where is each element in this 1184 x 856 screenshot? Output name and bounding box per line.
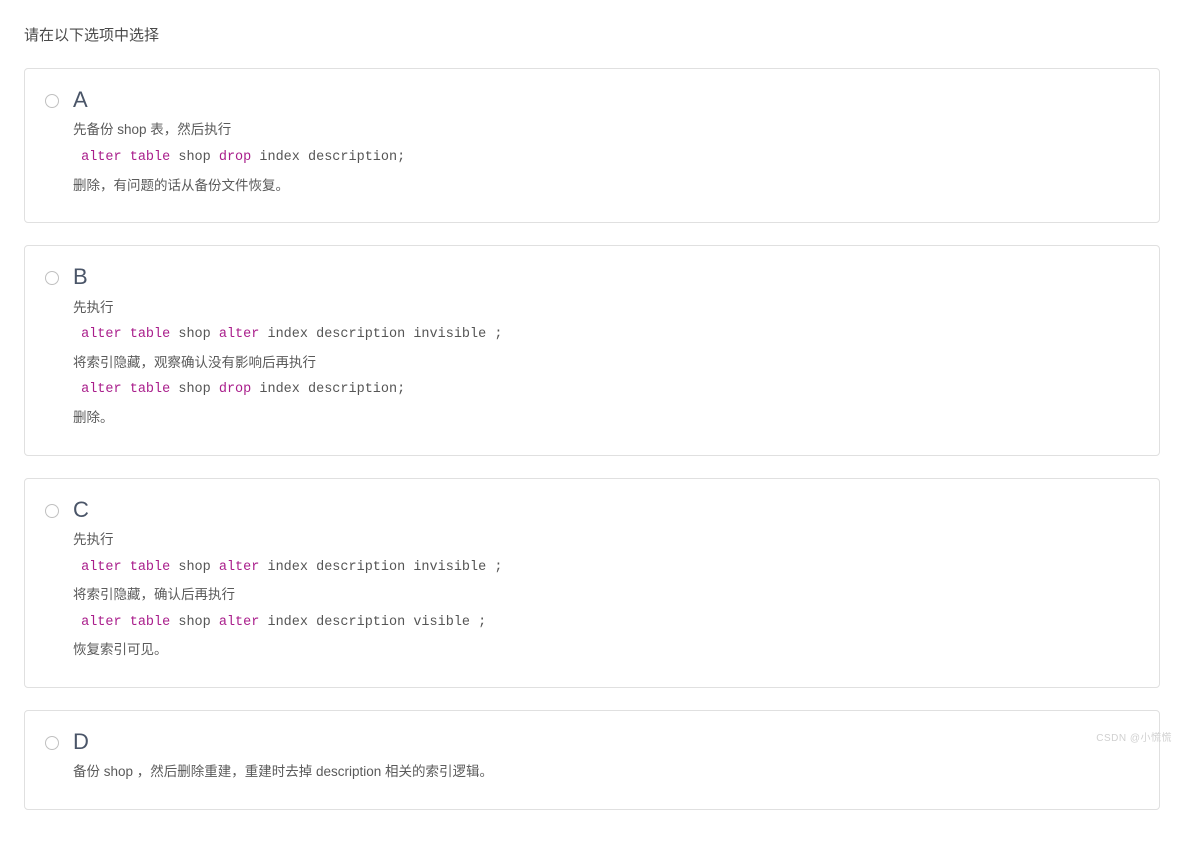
option-body: A 先备份 shop 表，然后执行 alter table shop drop i…	[73, 87, 1139, 202]
option-text: 删除。	[73, 407, 1139, 429]
option-text: 先备份 shop 表，然后执行	[73, 119, 1139, 141]
option-letter: B	[73, 264, 1139, 290]
code-line: alter table shop drop index description;	[73, 147, 1139, 169]
option-a[interactable]: A 先备份 shop 表，然后执行 alter table shop drop i…	[24, 68, 1160, 223]
option-letter: A	[73, 87, 1139, 113]
option-b[interactable]: B 先执行 alter table shop alter index descri…	[24, 245, 1160, 455]
option-body: C 先执行 alter table shop alter index descri…	[73, 497, 1139, 667]
option-text: 先执行	[73, 297, 1139, 319]
option-c[interactable]: C 先执行 alter table shop alter index descri…	[24, 478, 1160, 688]
watermark: CSDN @小慌慌	[1096, 731, 1172, 747]
code-line: alter table shop alter index description…	[73, 557, 1139, 579]
option-text: 备份 shop ，然后删除重建，重建时去掉 description 相关的索引逻…	[73, 761, 1139, 783]
option-letter: D	[73, 729, 1139, 755]
option-letter: C	[73, 497, 1139, 523]
option-d[interactable]: D 备份 shop ，然后删除重建，重建时去掉 description 相关的索引…	[24, 710, 1160, 810]
options-list: A 先备份 shop 表，然后执行 alter table shop drop i…	[24, 68, 1160, 810]
question-prompt: 请在以下选项中选择	[24, 24, 1160, 48]
radio-icon[interactable]	[45, 94, 59, 108]
option-text: 恢复索引可见。	[73, 639, 1139, 661]
radio-icon[interactable]	[45, 504, 59, 518]
radio-icon[interactable]	[45, 271, 59, 285]
code-line: alter table shop alter index description…	[73, 324, 1139, 346]
option-body: D 备份 shop ，然后删除重建，重建时去掉 description 相关的索引…	[73, 729, 1139, 789]
option-text: 将索引隐藏，观察确认没有影响后再执行	[73, 352, 1139, 374]
radio-icon[interactable]	[45, 736, 59, 750]
option-body: B 先执行 alter table shop alter index descri…	[73, 264, 1139, 434]
option-text: 先执行	[73, 529, 1139, 551]
option-text: 删除，有问题的话从备份文件恢复。	[73, 175, 1139, 197]
option-text: 将索引隐藏，确认后再执行	[73, 584, 1139, 606]
code-line: alter table shop drop index description;	[73, 379, 1139, 401]
code-line: alter table shop alter index description…	[73, 612, 1139, 634]
